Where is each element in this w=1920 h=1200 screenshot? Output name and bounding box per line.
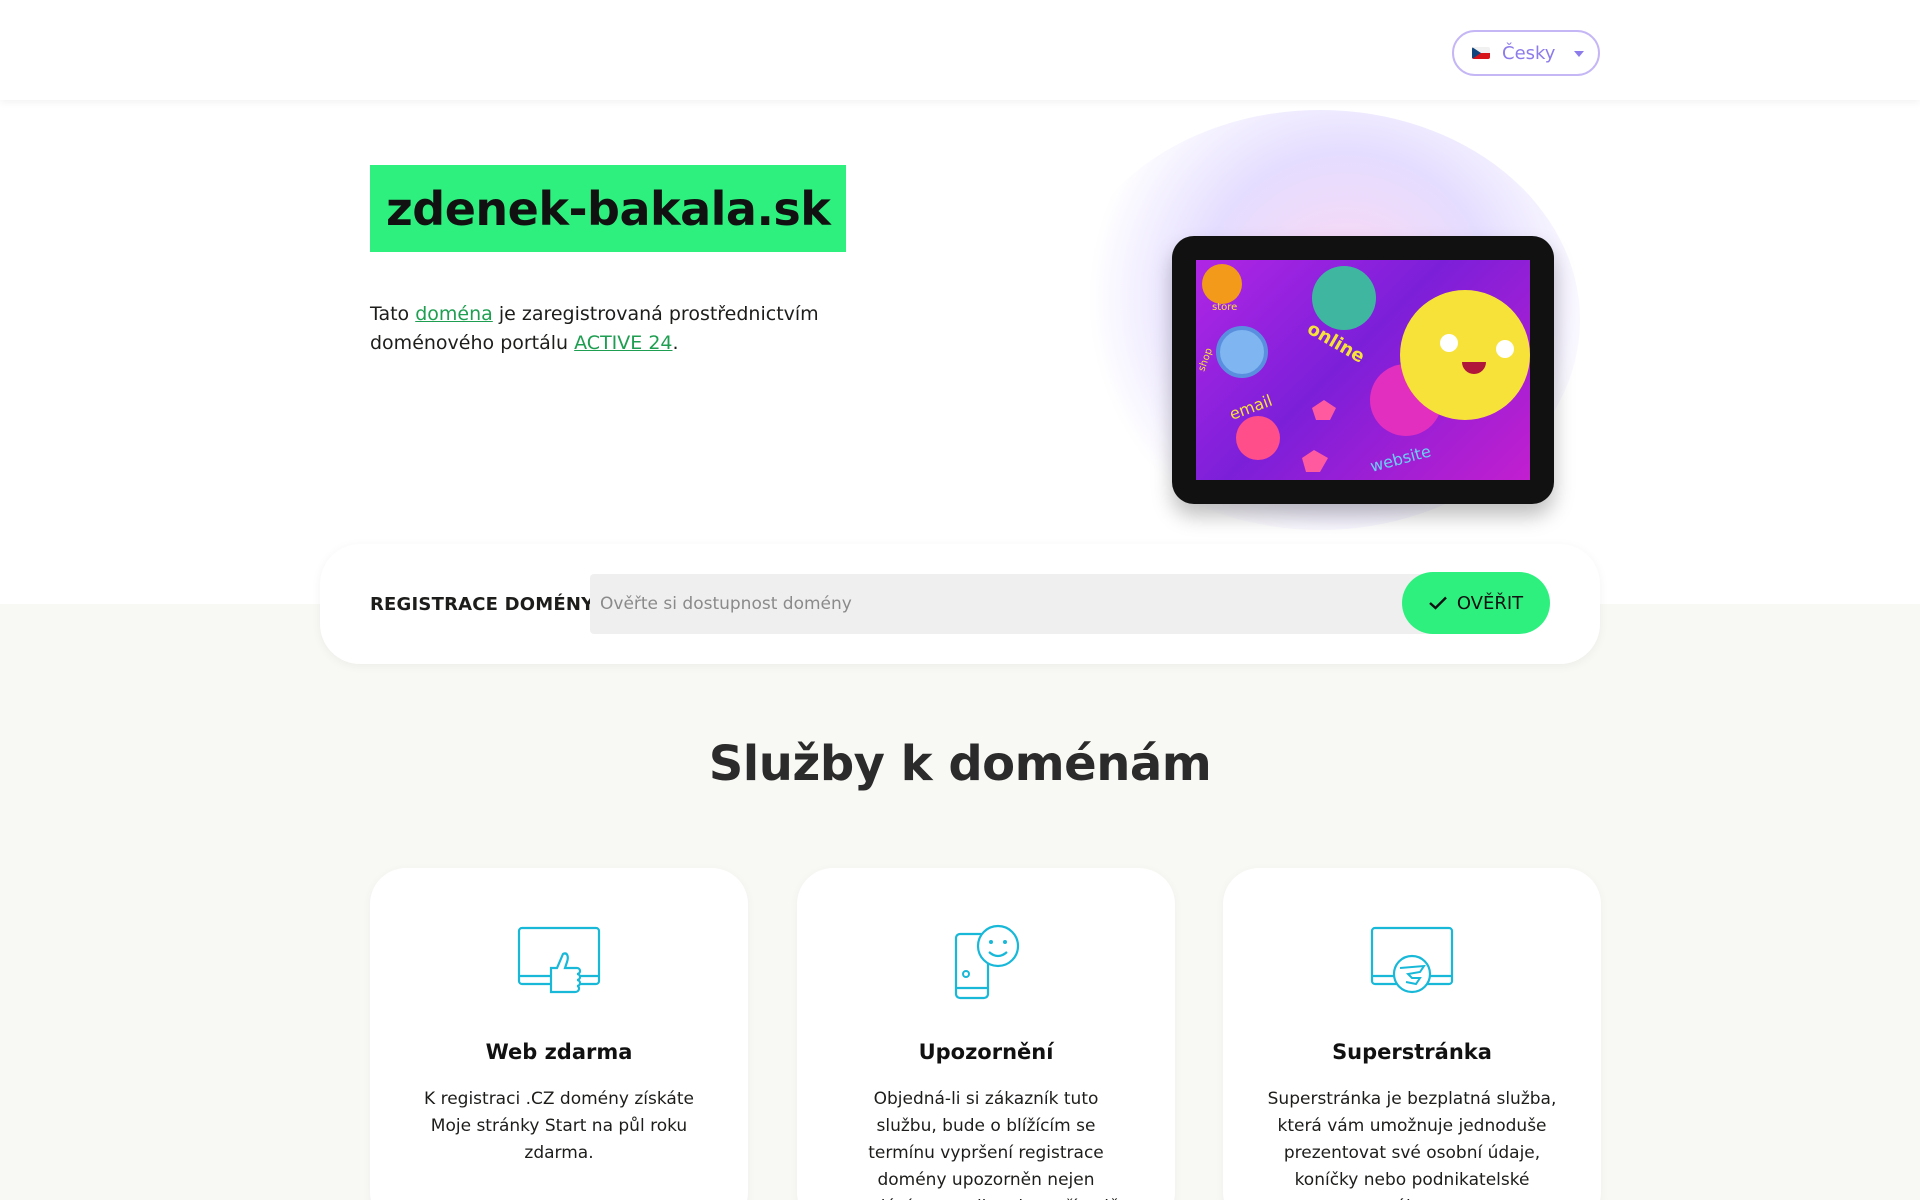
language-label: Česky <box>1502 42 1556 64</box>
monitor-superpage-icon <box>1370 926 1454 994</box>
service-card-title: Upozornění <box>918 1040 1054 1064</box>
website-label: website <box>1368 441 1433 475</box>
domain-search-card: REGISTRACE DOMÉNY OVĚŘIT <box>320 544 1600 664</box>
illustration-labels: online email website store shop <box>1196 302 1433 476</box>
service-card-superpage[interactable]: Superstránka Superstránka je bezplatná s… <box>1223 868 1601 1200</box>
domain-name-badge: zdenek-bakala.sk <box>370 165 847 252</box>
phone-smiley-icon <box>954 924 1020 1000</box>
gem-icon <box>1312 400 1336 420</box>
online-label: online <box>1304 318 1369 367</box>
services-title: Služby k doménám <box>708 736 1212 792</box>
service-card-text: Superstránka je bezplatná služba, která … <box>1267 1089 1557 1200</box>
thumbs-up-monitor-icon <box>517 926 601 994</box>
active24-link[interactable]: ACTIVE 24 <box>574 332 672 354</box>
domain-registration-label: REGISTRACE DOMÉNY <box>370 594 595 615</box>
service-card-title: Web zdarma <box>485 1040 633 1064</box>
service-card-text: K registraci .CZ domény získáte Moje str… <box>424 1089 694 1163</box>
domain-search-input[interactable] <box>590 574 1510 634</box>
site-header: Česky <box>0 0 1920 100</box>
service-card-web[interactable]: Web zdarma K registraci .CZ domény získá… <box>370 868 748 1200</box>
check-icon <box>1429 596 1447 610</box>
hero-description: Tato doména je zaregistrovaná prostředni… <box>370 303 819 354</box>
chevron-down-icon <box>1574 51 1584 57</box>
verify-button[interactable]: OVĚŘIT <box>1402 572 1550 634</box>
service-card-notification[interactable]: Upozornění Objedná-li si zákazník tuto s… <box>797 868 1175 1200</box>
tablet-screen: online email website store shop <box>1196 260 1530 480</box>
shop-label: shop <box>1196 347 1215 373</box>
store-label: store <box>1212 302 1237 313</box>
tablet-illustration: online email website store shop <box>1172 236 1554 504</box>
verify-button-label: OVĚŘIT <box>1456 592 1524 614</box>
language-select[interactable]: Česky <box>1452 30 1600 76</box>
service-card-title: Superstránka <box>1332 1040 1492 1064</box>
gem-icon <box>1302 450 1328 472</box>
email-label: email <box>1227 391 1275 424</box>
domain-link[interactable]: doména <box>415 303 493 325</box>
service-card-text: Objedná-li si zákazník tuto službu, bude… <box>853 1089 1120 1200</box>
cz-flag-icon <box>1472 47 1490 59</box>
